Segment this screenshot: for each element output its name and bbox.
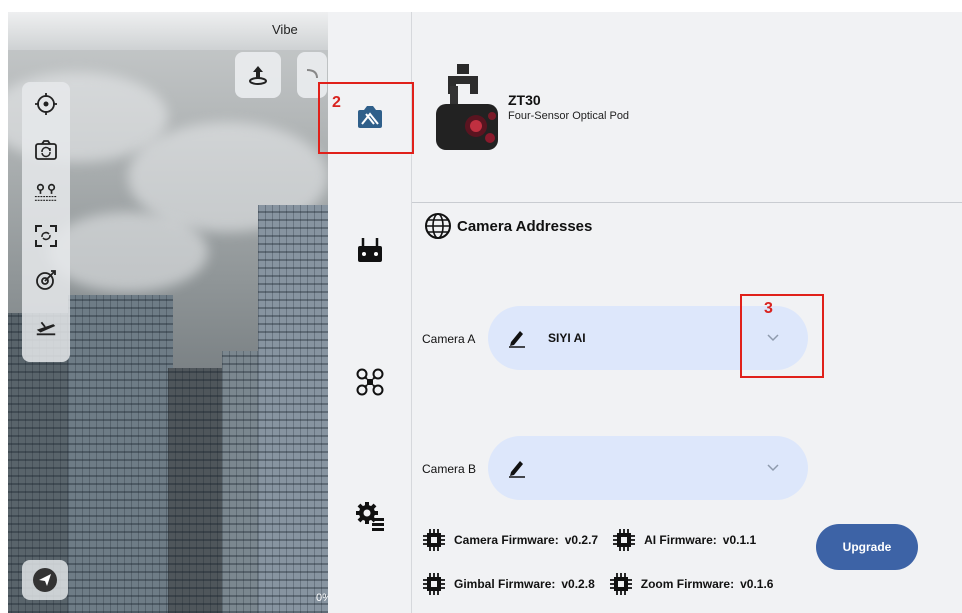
nav-item-aircraft[interactable] — [352, 364, 388, 400]
zoom-firmware-version: v0.1.6 — [740, 577, 774, 591]
focus-frame-button[interactable] — [34, 224, 58, 248]
camera-a-value: SIYI AI — [548, 331, 586, 345]
camera-toolbar — [22, 82, 70, 362]
settings-gear-icon — [356, 502, 384, 531]
feed-title: Vibe — [272, 22, 298, 37]
building — [168, 368, 228, 613]
chevron-down-icon — [767, 464, 779, 472]
chip-icon — [613, 529, 636, 551]
camera-a-label: Camera A — [422, 332, 476, 346]
annotation-number-nav: 2 — [332, 94, 341, 111]
target-track-button[interactable] — [34, 268, 58, 292]
focus-frame-icon — [35, 225, 57, 247]
edit-pencil-icon — [509, 461, 525, 478]
ai-firmware: AI Firmware: v0.1.1 — [612, 528, 756, 552]
ai-firmware-version: v0.1.1 — [722, 533, 757, 547]
edit-pencil-icon — [509, 331, 525, 348]
camera-b-select[interactable] — [488, 436, 808, 500]
device-image — [436, 64, 498, 150]
send-button[interactable] — [22, 560, 68, 600]
remote-controller-icon — [358, 238, 382, 262]
network-globe-icon — [425, 213, 451, 239]
gimbal-firmware: Gimbal Firmware: v0.2.8 — [422, 572, 595, 596]
gimbal-settings-panel: ZT30 Four-Sensor Optical Pod Camera Addr… — [412, 12, 962, 613]
chip-icon — [423, 573, 445, 595]
section-divider — [412, 202, 962, 203]
landing-button[interactable] — [34, 314, 58, 338]
upload-button[interactable] — [235, 52, 281, 98]
camera-firmware-label: Camera Firmware: — [454, 533, 559, 547]
gimbal-firmware-version: v0.2.8 — [561, 577, 595, 591]
return-icon — [306, 69, 318, 79]
nav-item-remote-controller[interactable] — [352, 232, 388, 268]
device-name: ZT30 — [508, 92, 541, 108]
annotation-box-nav — [318, 82, 414, 154]
camera-firmware: Camera Firmware: v0.2.7 — [422, 528, 598, 552]
camera-b-label: Camera B — [422, 462, 477, 476]
annotation-number-dropdown: 3 — [764, 300, 773, 317]
firmware-row: Gimbal Firmware: v0.2.8 Zoom Firmware: v… — [422, 572, 787, 596]
firmware-row: Camera Firmware: v0.2.7 AI Firmware: v0.… — [422, 528, 770, 552]
section-title: Camera Addresses — [457, 218, 593, 235]
gimbal-firmware-label: Gimbal Firmware: — [454, 577, 556, 591]
app-screen: Vibe 0% ZT30 Four-Sensor Optical Pod Cam… — [0, 0, 962, 613]
recenter-icon — [35, 93, 57, 115]
send-icon — [33, 568, 57, 592]
upgrade-button[interactable]: Upgrade — [816, 524, 918, 570]
recenter-button[interactable] — [34, 92, 58, 116]
zoom-firmware: Zoom Firmware: v0.1.6 — [609, 572, 774, 596]
ai-firmware-label: AI Firmware: — [644, 533, 717, 547]
nav-item-system-settings[interactable] — [352, 498, 388, 534]
chip-icon — [423, 529, 445, 551]
device-description: Four-Sensor Optical Pod — [508, 110, 630, 122]
building — [68, 295, 173, 613]
building — [258, 205, 330, 613]
landing-icon — [36, 321, 56, 336]
annotation-box-dropdown — [740, 294, 824, 378]
chip-icon — [609, 573, 632, 595]
camera-switch-icon — [35, 140, 57, 160]
camera-feed[interactable]: Vibe 0% — [8, 12, 338, 613]
waypoint-icon — [34, 183, 58, 201]
drone-icon — [356, 368, 384, 396]
camera-firmware-version: v0.2.7 — [564, 533, 599, 547]
waypoint-button[interactable] — [34, 180, 58, 204]
sky-cloud — [48, 212, 208, 292]
camera-switch-button[interactable] — [34, 138, 58, 162]
target-track-icon — [36, 270, 56, 290]
upload-icon — [249, 66, 267, 85]
zoom-firmware-label: Zoom Firmware: — [640, 577, 735, 591]
